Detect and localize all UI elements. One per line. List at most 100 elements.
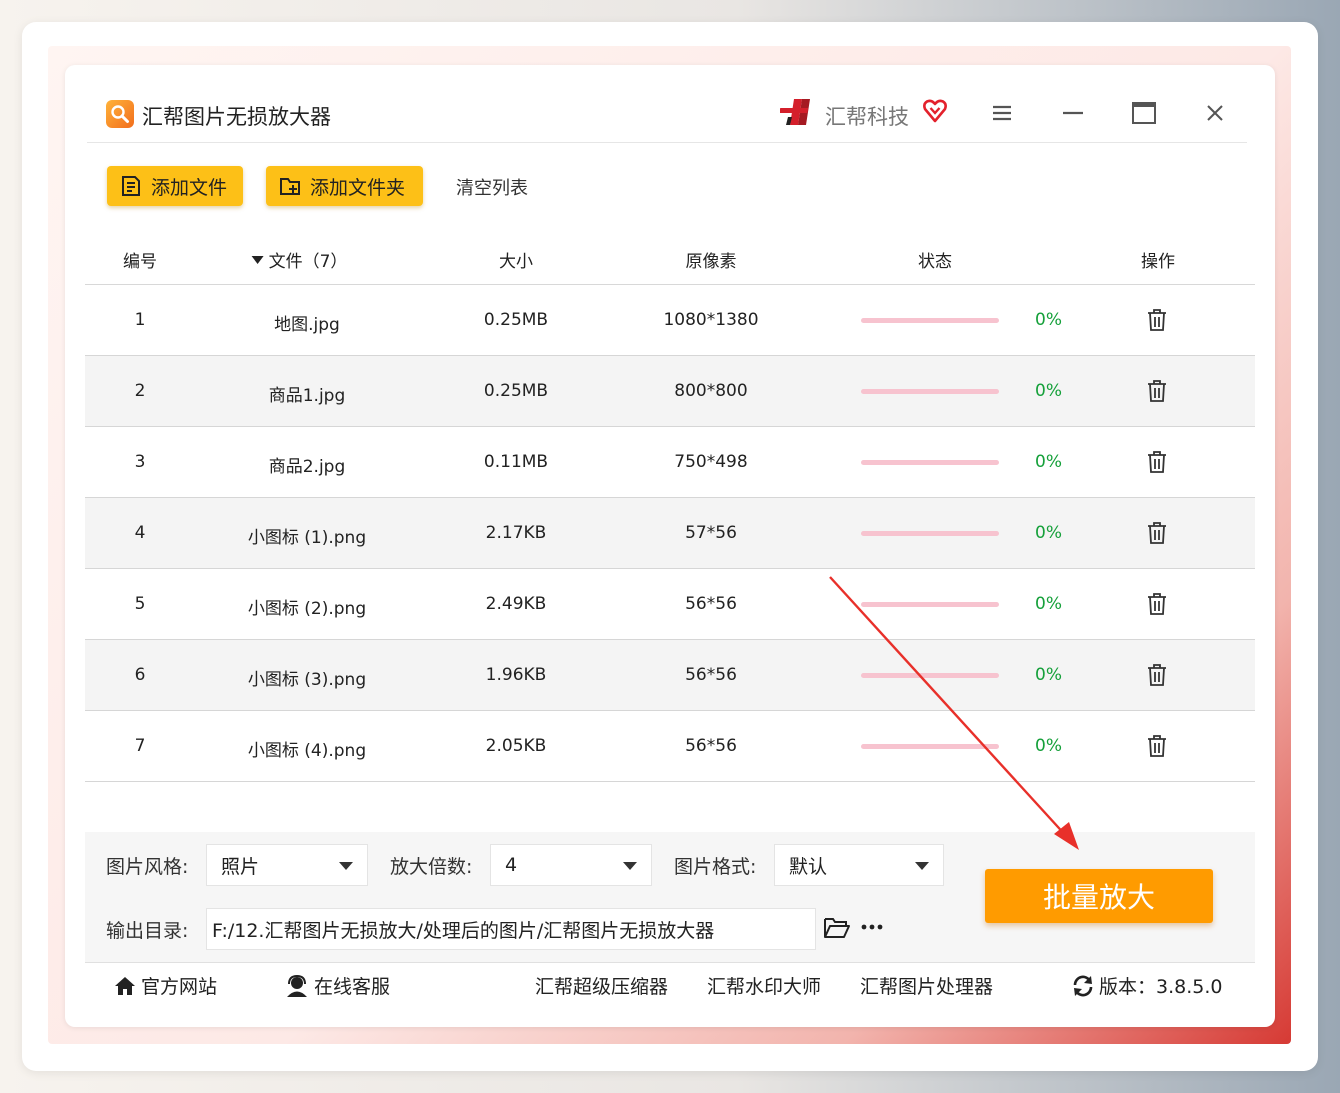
search-logo-icon (106, 100, 134, 128)
folder-open-icon[interactable] (823, 915, 851, 941)
row-size: 2.17KB (485, 523, 547, 543)
vip-heart-icon[interactable] (922, 98, 948, 124)
progress-percent: 0% (1035, 736, 1062, 756)
progress-percent: 0% (1035, 452, 1062, 472)
scale-label: 放大倍数: (390, 856, 473, 878)
watermark-link[interactable]: 汇帮水印大师 (707, 972, 821, 999)
refresh-icon (1073, 975, 1093, 996)
minimize-icon[interactable] (1057, 97, 1089, 129)
clear-list-button[interactable]: 清空列表 (456, 174, 528, 200)
style-value: 照片 (221, 855, 260, 878)
progress-bar (861, 602, 999, 607)
scale-value: 4 (505, 854, 518, 876)
online-support-link[interactable]: 在线客服 (284, 972, 390, 999)
row-pixels: 56*56 (685, 594, 737, 614)
row-file: 小图标 (3).png (247, 670, 367, 690)
add-file-label: 添加文件 (151, 176, 228, 199)
chevron-down-icon (915, 862, 929, 870)
folder-plus-icon (280, 178, 300, 195)
row-file: 小图标 (2).png (247, 599, 367, 619)
progress-percent: 0% (1035, 665, 1062, 685)
official-website-label: 官方网站 (141, 976, 218, 998)
compressor-link[interactable]: 汇帮超级压缩器 (535, 972, 668, 999)
progress-bar (861, 673, 999, 678)
title-divider (87, 142, 1247, 143)
header-file[interactable]: 文件（7） (251, 247, 348, 272)
row-file: 商品2.jpg (268, 457, 346, 477)
format-value: 默认 (789, 855, 828, 878)
table-row: 1 地图.jpg 0.25MB 1080*1380 0% (85, 285, 1255, 356)
add-folder-button[interactable]: 添加文件夹 (266, 166, 423, 206)
home-icon (115, 976, 135, 995)
row-index: 4 (134, 523, 146, 543)
row-pixels: 800*800 (674, 381, 748, 401)
row-pixels: 56*56 (685, 736, 737, 756)
table-row: 5 小图标 (2).png 2.49KB 56*56 0% (85, 569, 1255, 640)
progress-bar (861, 460, 999, 465)
sort-down-icon (251, 255, 264, 264)
maximize-icon[interactable] (1128, 97, 1160, 129)
scale-select[interactable]: 4 (490, 844, 652, 886)
header-pixels: 原像素 (685, 252, 737, 272)
output-label: 输出目录: (106, 920, 189, 942)
trash-icon[interactable] (1146, 521, 1168, 545)
row-file: 小图标 (1).png (247, 528, 367, 548)
row-pixels: 1080*1380 (663, 310, 759, 330)
row-file: 商品1.jpg (268, 386, 346, 406)
online-support-label: 在线客服 (314, 976, 391, 998)
trash-icon[interactable] (1146, 450, 1168, 474)
row-size: 0.11MB (483, 452, 549, 472)
format-select[interactable]: 默认 (774, 844, 944, 886)
row-index: 3 (134, 452, 146, 472)
header-status: 状态 (918, 252, 952, 272)
image-processor-link[interactable]: 汇帮图片处理器 (860, 972, 993, 999)
row-size: 0.25MB (483, 381, 549, 401)
row-index: 5 (134, 594, 146, 614)
row-pixels: 56*56 (685, 665, 737, 685)
table-row: 6 小图标 (3).png 1.96KB 56*56 0% (85, 640, 1255, 711)
format-label: 图片格式: (674, 856, 757, 878)
row-size: 0.25MB (483, 310, 549, 330)
progress-percent: 0% (1035, 310, 1062, 330)
table-row: 3 商品2.jpg 0.11MB 750*498 0% (85, 427, 1255, 498)
trash-icon[interactable] (1146, 379, 1168, 403)
more-options-icon[interactable] (859, 917, 887, 937)
trash-icon[interactable] (1146, 592, 1168, 616)
table-row: 2 商品1.jpg 0.25MB 800*800 0% (85, 356, 1255, 427)
version-info[interactable]: 版本：3.8.5.0 (1071, 972, 1222, 999)
headset-icon (287, 974, 307, 997)
trash-icon[interactable] (1146, 308, 1168, 332)
chevron-down-icon (623, 862, 637, 870)
output-path-input[interactable]: F:/12.汇帮图片无损放大/处理后的图片/汇帮图片无损放大器 (206, 908, 816, 950)
official-website-link[interactable]: 官方网站 (113, 972, 217, 999)
title-bar: 汇帮图片无损放大器 汇帮科技 (65, 65, 1275, 143)
progress-bar (861, 531, 999, 536)
footer-divider (85, 962, 1255, 963)
batch-enlarge-button[interactable]: 批量放大 (985, 869, 1213, 923)
menu-icon[interactable] (986, 97, 1018, 129)
row-index: 7 (134, 736, 146, 756)
file-table: 编号 文件（7） 大小 原像素 状态 操作 1 地图.jpg 0.25MB 10… (85, 235, 1255, 782)
row-pixels: 750*498 (674, 452, 748, 472)
progress-bar (861, 318, 999, 323)
row-pixels: 57*56 (685, 523, 737, 543)
app-title: 汇帮图片无损放大器 (142, 105, 331, 129)
progress-percent: 0% (1035, 594, 1062, 614)
progress-percent: 0% (1035, 523, 1062, 543)
chevron-down-icon (339, 862, 353, 870)
trash-icon[interactable] (1146, 663, 1168, 687)
brand-logo-icon (780, 99, 810, 125)
style-label: 图片风格: (106, 856, 189, 878)
row-size: 1.96KB (485, 665, 547, 685)
file-list-icon (122, 176, 140, 196)
row-index: 6 (134, 665, 146, 685)
row-index: 2 (134, 381, 146, 401)
progress-percent: 0% (1035, 381, 1062, 401)
style-select[interactable]: 照片 (206, 844, 368, 886)
close-icon[interactable] (1199, 97, 1231, 129)
trash-icon[interactable] (1146, 734, 1168, 758)
header-file-label: 文件（7） (268, 252, 348, 272)
row-index: 1 (134, 310, 146, 330)
progress-bar (861, 389, 999, 394)
add-file-button[interactable]: 添加文件 (107, 166, 243, 206)
